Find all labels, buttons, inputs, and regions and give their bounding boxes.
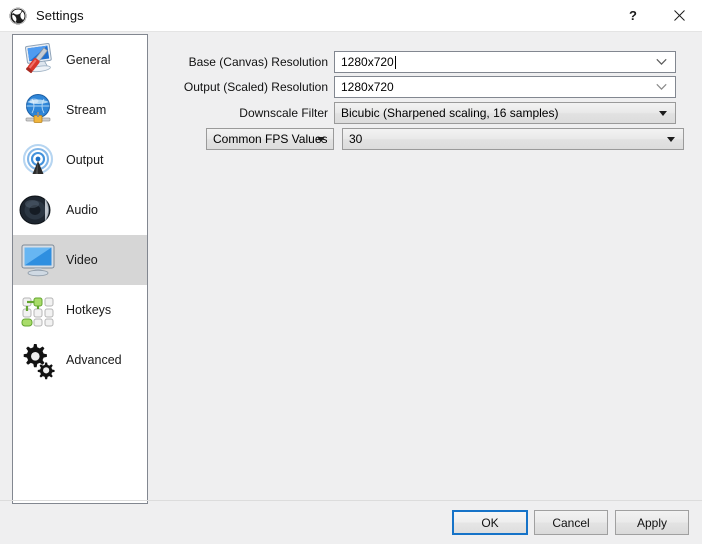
- obs-logo-icon: [9, 7, 27, 24]
- sidebar-item-label: Advanced: [66, 353, 122, 367]
- downscale-filter-label: Downscale Filter: [239, 106, 328, 120]
- fps-value: 30: [349, 132, 363, 146]
- downscale-filter-value: Bicubic (Sharpened scaling, 16 samples): [341, 106, 559, 120]
- sidebar-item-video[interactable]: Video: [13, 235, 147, 285]
- help-icon: ?: [629, 8, 637, 23]
- downscale-filter-dropdown[interactable]: Bicubic (Sharpened scaling, 16 samples): [334, 102, 676, 124]
- fps-type-value: Common FPS Values: [213, 132, 328, 146]
- triangle-down-icon: [317, 137, 325, 142]
- output-resolution-value: 1280x720: [341, 80, 394, 94]
- triangle-down-icon: [667, 137, 675, 142]
- text-caret: [394, 55, 396, 69]
- broadcast-tower-icon: [16, 138, 60, 182]
- fps-value-dropdown[interactable]: 30: [342, 128, 684, 150]
- sidebar-item-label: Hotkeys: [66, 303, 112, 317]
- output-resolution-input[interactable]: 1280x720: [334, 76, 676, 98]
- output-resolution-label: Output (Scaled) Resolution: [183, 80, 328, 94]
- gears-icon: [16, 338, 60, 382]
- sidebar-item-hotkeys[interactable]: Hotkeys: [13, 285, 147, 335]
- apply-button[interactable]: Apply: [615, 510, 689, 535]
- apply-button-label: Apply: [636, 515, 668, 530]
- fps-type-dropdown[interactable]: Common FPS Values: [206, 128, 334, 150]
- chevron-down-icon[interactable]: [656, 58, 667, 66]
- video-settings-form: Base (Canvas) Resolution 1280x720 Output…: [160, 32, 690, 492]
- output-resolution-row: Output (Scaled) Resolution 1280x720: [160, 76, 676, 98]
- sidebar-item-label: Output: [66, 153, 104, 167]
- dialog-body: General Stream Output Audio Video Hotkey…: [0, 32, 702, 544]
- sidebar-item-stream[interactable]: Stream: [13, 85, 147, 135]
- close-icon: [673, 10, 685, 21]
- speaker-icon: [16, 188, 60, 232]
- keyboard-keys-icon: [16, 288, 60, 332]
- title-bar: Settings ?: [0, 0, 702, 32]
- window-title: Settings: [36, 8, 84, 23]
- sidebar-item-label: General: [66, 53, 111, 67]
- dialog-footer: OK Cancel Apply: [0, 500, 702, 544]
- cancel-button-label: Cancel: [552, 515, 590, 530]
- sidebar-item-advanced[interactable]: Advanced: [13, 335, 147, 385]
- base-resolution-label: Base (Canvas) Resolution: [188, 55, 328, 69]
- help-button[interactable]: ?: [610, 0, 656, 31]
- monitor-icon: [16, 238, 60, 282]
- triangle-down-icon: [659, 111, 667, 116]
- cancel-button[interactable]: Cancel: [534, 510, 608, 535]
- close-button[interactable]: [656, 0, 702, 31]
- fps-row: Common FPS Values 30: [160, 128, 684, 150]
- sidebar-item-label: Video: [66, 253, 98, 267]
- ok-button-label: OK: [481, 515, 499, 530]
- sidebar-item-general[interactable]: General: [13, 35, 147, 85]
- base-resolution-row: Base (Canvas) Resolution 1280x720: [160, 51, 676, 73]
- sidebar-item-output[interactable]: Output: [13, 135, 147, 185]
- settings-category-list[interactable]: General Stream Output Audio Video Hotkey…: [12, 34, 148, 504]
- chevron-down-icon[interactable]: [656, 83, 667, 91]
- sidebar-item-label: Audio: [66, 203, 98, 217]
- base-resolution-input[interactable]: 1280x720: [334, 51, 676, 73]
- sidebar-item-label: Stream: [66, 103, 107, 117]
- sidebar-item-audio[interactable]: Audio: [13, 185, 147, 235]
- ok-button[interactable]: OK: [452, 510, 528, 535]
- monitor-screwdriver-icon: [16, 38, 60, 82]
- globe-antenna-icon: [16, 88, 60, 132]
- downscale-filter-row: Downscale Filter Bicubic (Sharpened scal…: [160, 102, 676, 124]
- base-resolution-value: 1280x720: [341, 55, 394, 69]
